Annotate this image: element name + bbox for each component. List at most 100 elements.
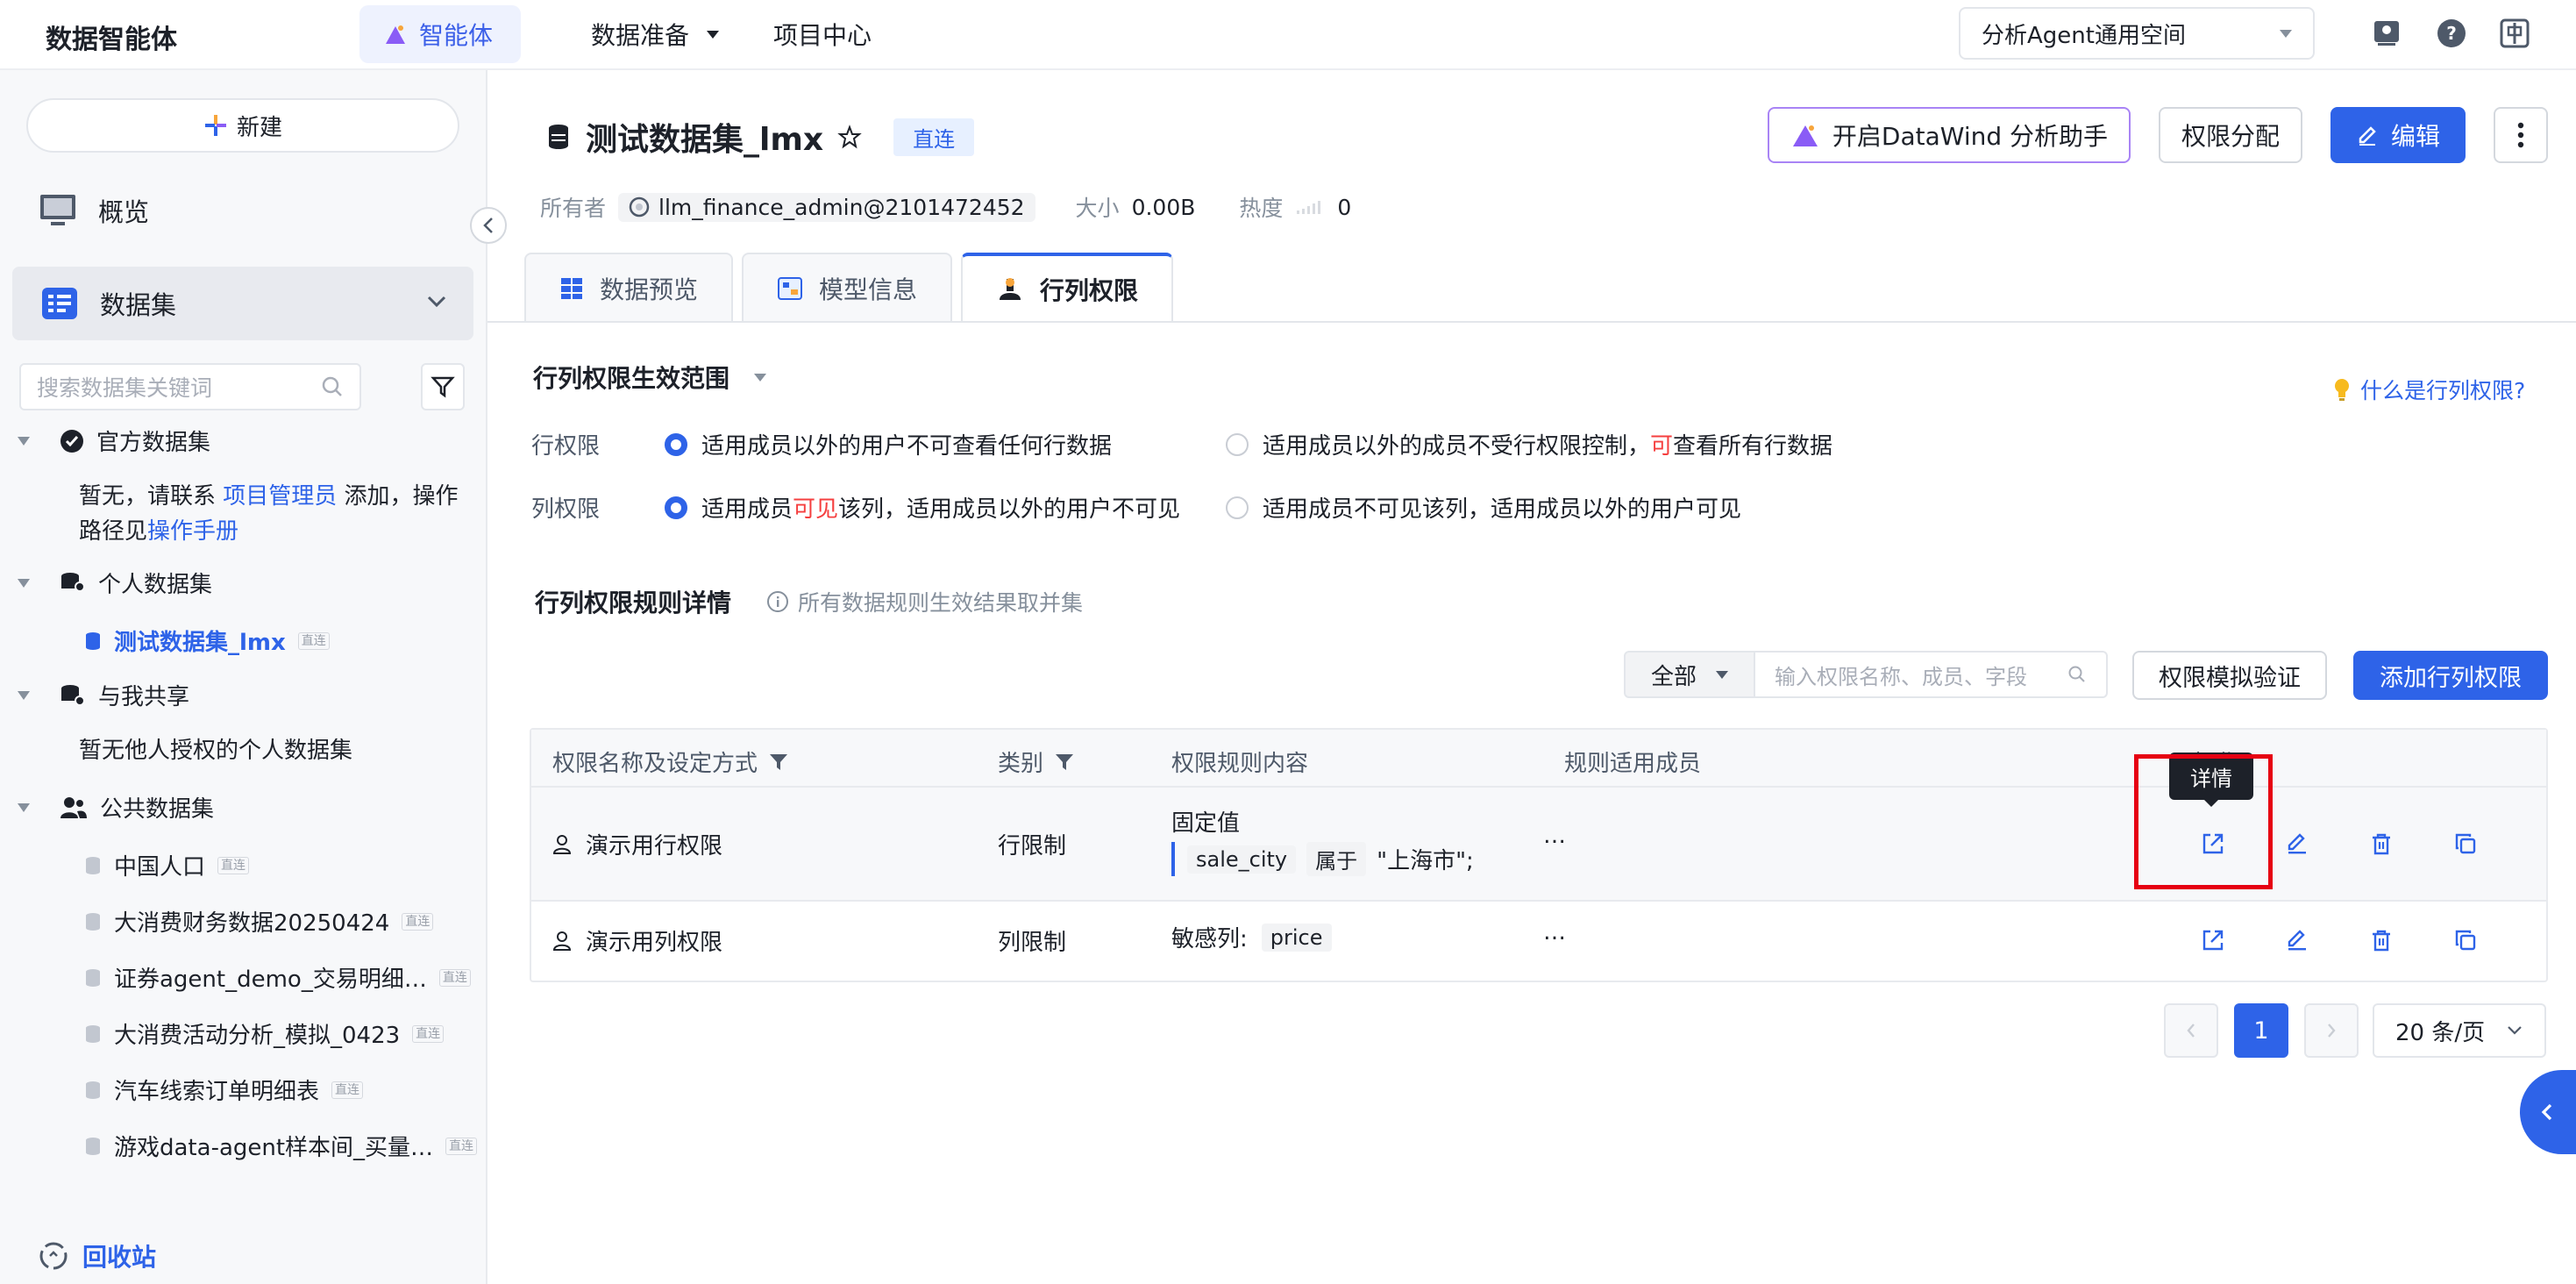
rule-value: "上海市";	[1377, 848, 1474, 874]
more-button[interactable]	[2494, 107, 2548, 163]
manual-link[interactable]: 操作手册	[147, 518, 238, 545]
info-icon	[767, 591, 789, 612]
col-option-visible-red: 可见	[793, 496, 839, 523]
dataset-header: 测试数据集_lmx 直连	[545, 114, 975, 160]
size-label: 大小	[1075, 196, 1120, 221]
new-button[interactable]: 新建	[26, 98, 459, 153]
row-option-allow-label-b: 查看所有行数据	[1673, 433, 1833, 460]
next-page-button[interactable]	[2304, 1003, 2359, 1058]
sidebar-collapse-button[interactable]	[470, 207, 507, 244]
tab-model-info[interactable]: 模型信息	[742, 253, 953, 323]
database-icon	[86, 1081, 100, 1099]
chevron-down-icon	[427, 296, 446, 308]
star-icon[interactable]	[837, 125, 862, 149]
tree-leaf-test-dataset[interactable]: 测试数据集_lmx 直连	[84, 624, 330, 657]
rule-members[interactable]: …	[1543, 823, 1566, 849]
chevron-left-icon	[483, 218, 493, 233]
next-page-box	[2304, 1003, 2359, 1058]
monitor-icon[interactable]	[2371, 18, 2402, 49]
floating-panel-button[interactable]	[2520, 1070, 2576, 1154]
tab-row-col-permission-label: 行列权限	[1040, 276, 1139, 305]
more-vertical-icon	[2517, 122, 2524, 148]
chevron-left-icon	[2541, 1103, 2552, 1121]
prev-page-box	[2164, 1003, 2218, 1058]
radio-checked[interactable]	[665, 432, 687, 456]
tree-group-shared[interactable]: 与我共享	[18, 679, 189, 711]
tree-group-public[interactable]: 公共数据集	[18, 791, 214, 824]
rules-search-input[interactable]: 输入权限名称、成员、字段	[1755, 651, 2108, 698]
copy-rule-icon[interactable]	[2450, 924, 2481, 956]
dataset-filter-button[interactable]	[421, 363, 465, 410]
caret-down-icon	[707, 30, 720, 39]
page-size-select[interactable]: 20 条/页	[2373, 1003, 2546, 1058]
datawind-assistant-label: 开启DataWind 分析助手	[1832, 122, 2109, 151]
monitor-icon	[40, 195, 75, 225]
row-option-restrict[interactable]: 适用成员以外的用户不可查看任何行数据	[665, 428, 1112, 460]
user-icon	[552, 834, 572, 854]
what-is-permission-link[interactable]: 什么是行列权限?	[2332, 374, 2525, 405]
sidebar-item-dataset[interactable]: 数据集	[12, 267, 473, 340]
rules-detail-title: 行列权限规则详情	[535, 588, 732, 617]
workspace-select[interactable]: 分析Agent通用空间	[1959, 7, 2315, 60]
permission-assign-button[interactable]: 权限分配	[2159, 107, 2302, 163]
row-option-allow-label-a: 适用成员以外的成员不受行权限控制，	[1263, 433, 1651, 460]
column-header-label: 权限名称及设定方式	[552, 751, 758, 777]
edit-rule-icon[interactable]	[2281, 828, 2313, 860]
radio-checked[interactable]	[665, 496, 687, 519]
add-permission-button[interactable]: 添加行列权限	[2353, 651, 2548, 700]
operator-chip: 属于	[1306, 842, 1367, 876]
tree-leaf-public-dataset[interactable]: 大消费财务数据20250424 直连	[84, 905, 434, 938]
add-permission-label: 添加行列权限	[2380, 664, 2522, 692]
recycle-bin-link[interactable]: 回收站	[39, 1238, 156, 1273]
database-icon	[86, 631, 100, 650]
scope-dropdown[interactable]: 行列权限生效范围	[533, 360, 767, 395]
heat-bars-icon	[1297, 201, 1321, 214]
tree-group-public-label: 公共数据集	[100, 796, 215, 823]
project-admin-link[interactable]: 项目管理员	[223, 483, 337, 510]
delete-rule-icon[interactable]	[2366, 828, 2397, 860]
detail-icon[interactable]	[2197, 924, 2229, 956]
page-1-button[interactable]: 1	[2234, 1003, 2288, 1058]
heat-label: 热度	[1239, 196, 1284, 221]
nav-tab-project[interactable]: 项目中心	[773, 5, 872, 63]
users-icon	[60, 796, 87, 818]
nav-tab-data-prep[interactable]: 数据准备	[591, 5, 720, 63]
tree-group-official[interactable]: 官方数据集	[18, 424, 210, 457]
delete-rule-icon[interactable]	[2366, 924, 2397, 956]
tree-leaf-public-dataset[interactable]: 汽车线索订单明细表 直连	[84, 1074, 364, 1106]
filter-icon[interactable]	[1054, 752, 1075, 773]
column-header-category: 类别	[998, 745, 1075, 778]
edit-button[interactable]: 编辑	[2330, 107, 2466, 163]
sidebar-item-overview[interactable]: 概览	[39, 186, 149, 235]
tree-leaf-public-dataset[interactable]: 中国人口 直连	[84, 849, 250, 881]
tree-leaf-public-dataset[interactable]: 证券agent_demo_交易明细… 直连	[84, 961, 471, 994]
tree-leaf-public-dataset[interactable]: 大消费活动分析_模拟_0423 直连	[84, 1017, 445, 1050]
rule-members[interactable]: …	[1543, 919, 1566, 945]
tree-group-personal[interactable]: 个人数据集	[18, 567, 212, 599]
radio-unchecked[interactable]	[1226, 496, 1249, 519]
dataset-search-input[interactable]: 搜索数据集关键词	[19, 363, 361, 410]
owner-value: llm_finance_admin@2101472452	[658, 194, 1025, 220]
tree-group-personal-label: 个人数据集	[98, 572, 213, 598]
tree-leaf-label: 汽车线索订单明细表	[114, 1079, 320, 1105]
language-icon[interactable]	[2499, 18, 2530, 49]
filter-icon[interactable]	[768, 752, 789, 773]
col-option-visible[interactable]: 适用成员 可见 该列，适用成员以外的用户不可见	[665, 491, 1180, 524]
prev-page-button[interactable]	[2164, 1003, 2218, 1058]
user-database-icon	[61, 572, 85, 592]
copy-rule-icon[interactable]	[2450, 828, 2481, 860]
col-option-hidden[interactable]: 适用成员不可见该列，适用成员以外的用户可见	[1226, 491, 1741, 524]
nav-tab-agent[interactable]: 智能体	[359, 5, 521, 63]
permission-simulate-button[interactable]: 权限模拟验证	[2132, 651, 2327, 700]
tree-leaf-public-dataset[interactable]: 游戏data-agent样本间_买量… 直连	[84, 1130, 478, 1162]
radio-unchecked[interactable]	[1226, 432, 1249, 456]
direct-tag: 直连	[402, 912, 434, 931]
tab-row-col-permission[interactable]: 行列权限	[961, 253, 1174, 323]
rules-type-select[interactable]: 全部	[1624, 651, 1755, 698]
workspace-value: 分析Agent通用空间	[1982, 22, 2186, 49]
edit-rule-icon[interactable]	[2281, 924, 2313, 956]
help-icon[interactable]: ?	[2436, 18, 2467, 49]
row-option-allow[interactable]: 适用成员以外的成员不受行权限控制，可查看所有行数据	[1226, 428, 1832, 460]
tab-data-preview[interactable]: 数据预览	[524, 253, 734, 323]
datawind-assistant-button[interactable]: 开启DataWind 分析助手	[1768, 107, 2131, 163]
